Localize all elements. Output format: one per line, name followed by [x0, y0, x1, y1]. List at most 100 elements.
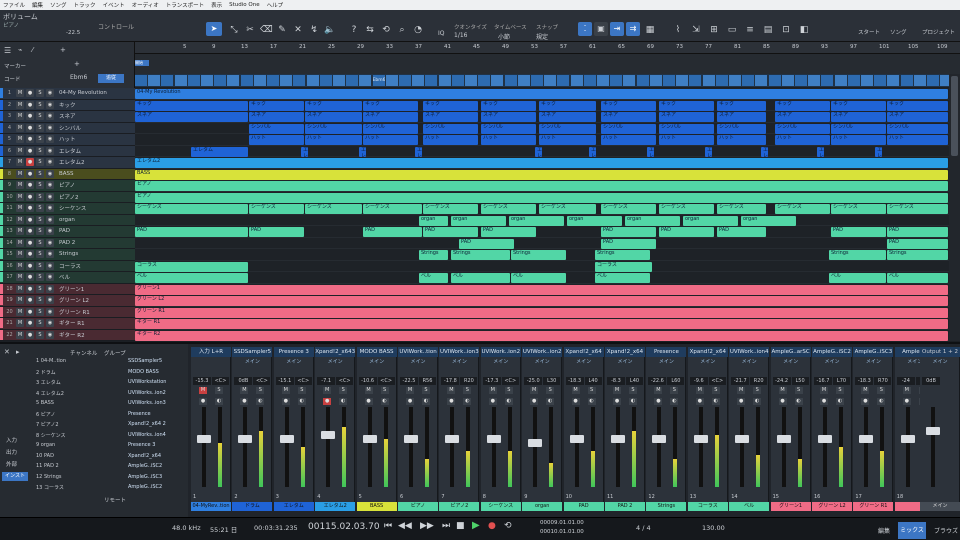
solo-button[interactable]: S [877, 387, 886, 394]
clip[interactable]: PAD [481, 227, 536, 237]
volume-fader[interactable] [905, 407, 910, 487]
track-monitor-button[interactable]: ◉ [46, 181, 54, 190]
track-lane[interactable]: ピアノ [135, 192, 949, 203]
panel-icon[interactable]: ◧ [798, 24, 810, 36]
track-monitor-button[interactable]: ◉ [46, 123, 54, 132]
track-record-button[interactable]: ● [26, 215, 34, 224]
mixer-channel-strip[interactable]: AmpleG..iSC3 メイン -18.3 R70 M S ● ◐ 17 グリーン R1 [853, 347, 894, 511]
play-icon[interactable]: ▶ [472, 520, 480, 531]
zoom-icon[interactable]: ⌕ [396, 24, 408, 36]
chord-event[interactable] [795, 75, 807, 86]
marker-track[interactable]: 開始 [135, 54, 960, 74]
track-mute-button[interactable]: M [16, 100, 24, 109]
clip[interactable]: ベル [135, 273, 248, 283]
track-mute-button[interactable]: M [16, 330, 24, 339]
track-mute-button[interactable]: M [16, 307, 24, 316]
channel-output[interactable]: メイン [315, 358, 355, 366]
track-name[interactable]: BASS [59, 171, 114, 177]
record-arm-button[interactable]: ● [861, 398, 870, 405]
monitor-button[interactable]: ◐ [546, 398, 555, 405]
track-solo-button[interactable]: S [36, 284, 44, 293]
channel-track-name[interactable]: コーラス [687, 502, 728, 511]
chord-event[interactable] [385, 75, 398, 86]
instrument-list-item[interactable]: AmpleG..iSC3 [128, 474, 162, 480]
volume-fader[interactable] [533, 407, 538, 487]
clip[interactable]: コーラス [595, 261, 652, 272]
channel-track-name[interactable]: グリーン R1 [853, 502, 894, 511]
clip[interactable]: ハット [717, 135, 766, 145]
timebase-value[interactable]: 小節 [498, 32, 510, 41]
volume-fader[interactable] [491, 407, 496, 487]
track-mute-button[interactable]: M [16, 227, 24, 236]
fader-cap[interactable] [569, 435, 584, 443]
track-lane[interactable]: ギター R2 [135, 330, 949, 341]
clip[interactable]: スネア [775, 112, 830, 122]
channel-list-item[interactable]: 9 organ [36, 442, 55, 448]
pan-readout[interactable]: <C> [336, 377, 354, 385]
track-monitor-button[interactable]: ◉ [46, 273, 54, 282]
tab-group[interactable]: グループ [104, 349, 126, 357]
track-monitor-button[interactable]: ◉ [46, 100, 54, 109]
menu-item[interactable]: トランスポート [166, 1, 204, 9]
chord-event[interactable] [742, 75, 755, 86]
clip[interactable]: ハット [481, 135, 536, 145]
track-row[interactable]: 2 M ● S ◉ キック [0, 99, 135, 111]
volume-readout[interactable]: -17.8 [441, 377, 460, 385]
chord-event[interactable] [623, 75, 636, 86]
solo-button[interactable]: S [215, 387, 223, 394]
loop-icon[interactable]: ⟲ [504, 521, 512, 531]
monitor-button[interactable]: ◐ [256, 398, 265, 405]
instrument-list-item[interactable]: SSDSampler5 [128, 358, 162, 364]
clip[interactable]: エレタム [535, 146, 542, 157]
volume-readout[interactable]: -18.3 [855, 377, 874, 385]
clip[interactable]: スネア [135, 112, 248, 122]
clip[interactable]: エレタム [359, 146, 366, 157]
channel-list-item[interactable]: 6 ピアノ [36, 411, 55, 418]
expand-icon[interactable]: ▸ [16, 348, 20, 356]
clip[interactable]: キック [305, 100, 362, 111]
mixer-channel-strip[interactable]: MODO BASS メイン -10.6 <C> M S ● ◐ 5 BASS [356, 347, 397, 511]
channel-output[interactable]: メイン [398, 358, 438, 366]
instrument-list-item[interactable]: Xpand!2_x64 2 [128, 421, 166, 427]
volume-readout[interactable]: -17.3 [482, 377, 501, 385]
clip[interactable]: キック [887, 100, 948, 111]
instrument-list-item[interactable]: Presence 3 [128, 442, 155, 448]
clip[interactable]: シーケンス [887, 204, 948, 214]
clip[interactable]: ハット [423, 135, 478, 145]
track-solo-button[interactable]: S [36, 204, 44, 213]
clip[interactable]: PAD [887, 227, 948, 237]
track-monitor-button[interactable]: ◉ [46, 307, 54, 316]
track-mute-button[interactable]: M [16, 169, 24, 178]
volume-fader[interactable] [409, 407, 413, 487]
solo-button[interactable]: S [463, 387, 472, 394]
time-tool-icon[interactable]: ◔ [412, 24, 424, 36]
chord-event[interactable] [861, 75, 873, 86]
clip[interactable]: organ [625, 215, 680, 226]
volume-readout[interactable]: -16.7 [814, 377, 832, 385]
track-record-button[interactable]: ● [26, 181, 34, 190]
monitor-button[interactable]: ◐ [297, 398, 306, 405]
track-row[interactable]: 10 M ● S ◉ ピアノ2 [0, 191, 135, 203]
chord-event[interactable] [834, 75, 847, 86]
quantize-value[interactable]: 1/16 [454, 32, 467, 39]
track-lane[interactable]: グリーン R1 [135, 307, 949, 318]
channel-output[interactable] [191, 358, 231, 366]
track-name[interactable]: organ [59, 217, 114, 223]
volume-readout[interactable]: -25.0 [524, 377, 543, 385]
volume-fader[interactable] [243, 407, 248, 487]
mute-button[interactable]: M [613, 387, 621, 394]
mixer-channel-strip[interactable]: Xpand!2_x64 メイン -18.3 L40 M S ● ◐ 10 PAD [563, 347, 604, 511]
loop-start[interactable]: 00009.01.01.00 [540, 520, 584, 526]
track-monitor-button[interactable]: ◉ [46, 215, 54, 224]
track-mute-button[interactable]: M [16, 296, 24, 305]
volume-fader[interactable] [781, 407, 786, 487]
chord-event[interactable] [729, 75, 741, 86]
channel-track-name[interactable]: シーケンス [480, 502, 521, 511]
track-solo-button[interactable]: S [36, 169, 44, 178]
track-row[interactable]: 5 M ● S ◉ ハット [0, 134, 135, 146]
split-tool-icon[interactable]: ✂ [244, 24, 256, 36]
channel-instrument-name[interactable]: SSDSampler5 [232, 347, 273, 357]
clip[interactable]: PAD [363, 227, 422, 237]
monitor-button[interactable]: ◐ [339, 398, 348, 405]
list-icon[interactable]: ≡ [744, 24, 756, 36]
